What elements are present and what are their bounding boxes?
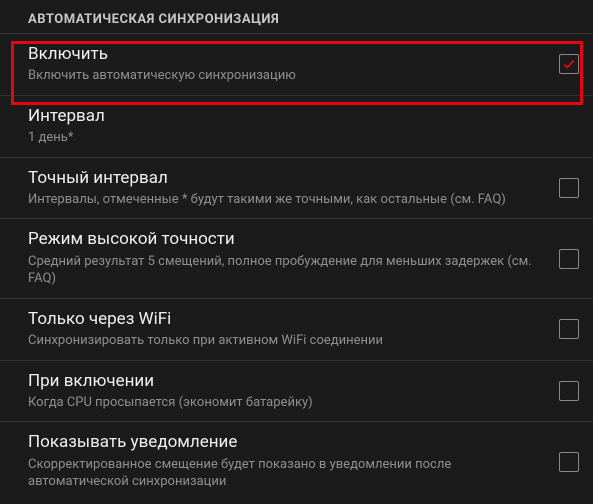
checkbox-high-accuracy[interactable] [559,249,579,269]
item-subtitle: Средний результат 5 смещений, полное про… [28,253,537,288]
item-title: Точный интервал [28,168,537,189]
item-high-accuracy[interactable]: Режим высокой точности Средний результат… [0,218,593,297]
item-interval[interactable]: Интервал 1 день* [0,95,593,157]
checkbox-wifi-only[interactable] [559,319,579,339]
section-header-auto-sync: АВТОМАТИЧЕСКАЯ СИНХРОНИЗАЦИЯ [0,0,593,33]
checkbox-enable[interactable] [559,54,579,74]
item-text: Режим высокой точности Средний результат… [28,229,559,287]
item-text: Только через WiFi Синхронизировать тольк… [28,309,559,350]
item-subtitle: 1 день* [28,129,537,147]
item-subtitle: Синхронизировать только при активном WiF… [28,332,537,350]
item-title: Режим высокой точности [28,229,537,250]
item-text: Интервал 1 день* [28,106,559,147]
settings-list: Включить Включить автоматическую синхрон… [0,33,593,501]
checkbox-on-wake[interactable] [559,381,579,401]
item-title: Включить [28,44,537,65]
item-subtitle: Скорректированное смещение будет показан… [28,456,537,491]
item-show-notification[interactable]: Показывать уведомление Скорректированное… [0,421,593,500]
item-title: Показывать уведомление [28,432,537,453]
item-text: Точный интервал Интервалы, отмеченные * … [28,168,559,209]
item-subtitle: Включить автоматическую синхронизацию [28,67,537,85]
item-title: При включении [28,371,537,392]
item-enable[interactable]: Включить Включить автоматическую синхрон… [0,33,593,95]
item-exact-interval[interactable]: Точный интервал Интервалы, отмеченные * … [0,157,593,219]
item-subtitle: Когда CPU просыпается (экономит батарейк… [28,394,537,412]
item-text: Показывать уведомление Скорректированное… [28,432,559,490]
item-text: При включении Когда CPU просыпается (эко… [28,371,559,412]
item-on-wake[interactable]: При включении Когда CPU просыпается (эко… [0,360,593,422]
checkmark-icon [562,57,576,71]
item-wifi-only[interactable]: Только через WiFi Синхронизировать тольк… [0,298,593,360]
checkbox-exact-interval[interactable] [559,178,579,198]
item-title: Только через WiFi [28,309,537,330]
item-text: Включить Включить автоматическую синхрон… [28,44,559,85]
item-title: Интервал [28,106,537,127]
checkbox-show-notification[interactable] [559,452,579,472]
item-subtitle: Интервалы, отмеченные * будут такими же … [28,191,537,209]
